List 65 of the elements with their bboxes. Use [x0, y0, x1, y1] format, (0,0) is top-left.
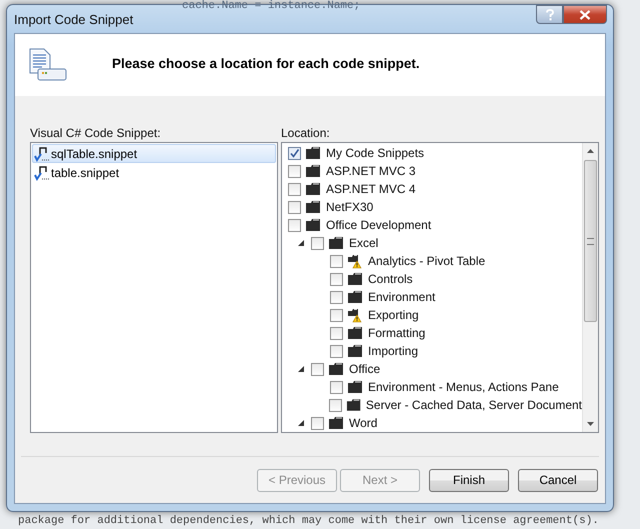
- dialog-button[interactable]: Finish: [429, 468, 509, 492]
- checkbox[interactable]: [311, 236, 324, 250]
- tree-item[interactable]: Exporting: [368, 308, 419, 322]
- checkbox[interactable]: [288, 164, 301, 178]
- window-title: Import Code Snippet: [14, 12, 134, 26]
- folder-icon: [305, 163, 321, 179]
- tree-item[interactable]: NetFX30: [326, 200, 374, 214]
- dialog-button[interactable]: Cancel: [518, 468, 598, 492]
- checkbox[interactable]: [288, 218, 301, 232]
- code-line: package for additional dependencies, which may come with their own license agreement(s).: [18, 515, 599, 528]
- heading: Please choose a location for each code snippet.: [112, 56, 420, 70]
- folder-icon: [347, 343, 363, 359]
- tree-item[interactable]: Formatting: [368, 326, 426, 340]
- checkbox[interactable]: [311, 416, 324, 430]
- folder-icon: [347, 289, 363, 305]
- list-label: Location:: [281, 126, 331, 140]
- snippet-item[interactable]: table.snippet: [32, 163, 276, 182]
- checkbox[interactable]: [330, 254, 343, 268]
- tree-item[interactable]: Controls: [368, 272, 413, 286]
- tree-item[interactable]: ASP.NET MVC 4: [326, 182, 416, 196]
- list-label: Visual C# Code Snippet:: [30, 126, 162, 140]
- tree-item[interactable]: Environment - Menus, Actions Pane: [368, 380, 559, 394]
- folder-icon: [305, 145, 321, 161]
- folder-icon: [305, 199, 321, 215]
- close-icon: [579, 10, 591, 20]
- close-button[interactable]: [563, 5, 607, 24]
- folder-icon: [328, 415, 344, 431]
- folder-icon: [346, 397, 361, 413]
- snippet-icon: [34, 146, 50, 162]
- document-drive-icon: [28, 47, 68, 83]
- tree-item[interactable]: Importing: [368, 344, 418, 358]
- tree-item[interactable]: Excel: [349, 236, 378, 250]
- scroll-down-icon[interactable]: [586, 421, 595, 427]
- checkbox[interactable]: [288, 200, 301, 214]
- folder-icon: [347, 325, 363, 341]
- folder-icon: [347, 379, 363, 395]
- checkbox[interactable]: [330, 344, 343, 358]
- checkbox[interactable]: [288, 146, 301, 160]
- checkbox[interactable]: [329, 398, 342, 412]
- checkbox[interactable]: [330, 308, 343, 322]
- tree-item[interactable]: Analytics - Pivot Table: [368, 254, 486, 268]
- tree-item[interactable]: Word: [349, 416, 378, 430]
- folder-icon: [305, 217, 321, 233]
- snippet-item[interactable]: sqlTable.snippet: [32, 144, 276, 163]
- tree-item[interactable]: My Code Snippets: [326, 146, 424, 160]
- checkbox[interactable]: [330, 272, 343, 286]
- checkbox[interactable]: [311, 362, 324, 376]
- folder-icon: [305, 181, 321, 197]
- tree-item[interactable]: Environment: [368, 290, 436, 304]
- scroll-up-icon[interactable]: [586, 148, 595, 154]
- folder-icon: [328, 235, 344, 251]
- snippet-icon: [34, 164, 50, 180]
- tree-item[interactable]: Server - Cached Data, Server Document: [366, 398, 582, 412]
- checkbox[interactable]: [330, 380, 343, 394]
- folder-icon: [347, 271, 363, 287]
- scrollbar[interactable]: [582, 143, 598, 432]
- tree-item[interactable]: ASP.NET MVC 3: [326, 164, 416, 178]
- folder-icon: [328, 361, 344, 377]
- tree-item[interactable]: Office: [349, 362, 380, 376]
- help-icon: [544, 8, 554, 20]
- checkbox[interactable]: [330, 290, 343, 304]
- checkbox[interactable]: [288, 182, 301, 196]
- tree-item[interactable]: Office Development: [326, 218, 432, 232]
- help-button[interactable]: [536, 5, 563, 24]
- checkbox[interactable]: [330, 326, 343, 340]
